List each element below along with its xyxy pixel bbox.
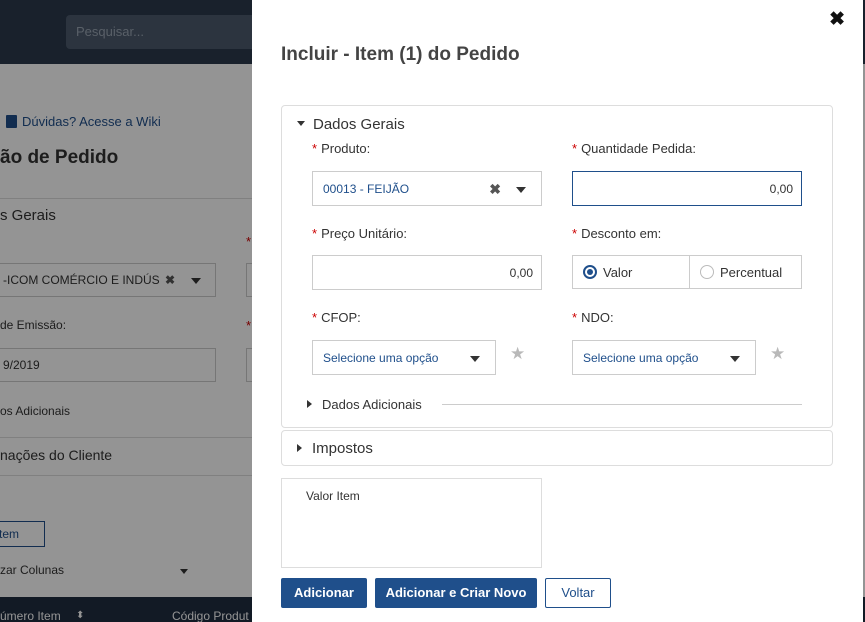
caret-down-icon bbox=[297, 121, 305, 126]
valor-item-box: Valor Item bbox=[281, 478, 542, 568]
ndo-label-text: NDO: bbox=[581, 310, 614, 325]
divider bbox=[442, 404, 802, 405]
desconto-label: * Desconto em: bbox=[572, 226, 661, 241]
caret-right-icon bbox=[307, 400, 312, 408]
required-mark: * bbox=[572, 226, 578, 241]
adicionar-button[interactable]: Adicionar bbox=[281, 578, 367, 608]
chevron-down-icon bbox=[470, 356, 480, 362]
preco-label: * Preço Unitário: bbox=[312, 226, 407, 241]
quantidade-input[interactable]: 0,00 bbox=[572, 171, 802, 206]
modal-title: Incluir - Item (1) do Pedido bbox=[281, 44, 520, 65]
caret-right-icon bbox=[297, 444, 302, 452]
required-mark: * bbox=[312, 226, 318, 241]
cfop-select[interactable]: Selecione uma opção bbox=[312, 340, 496, 375]
adicionar-criar-novo-button[interactable]: Adicionar e Criar Novo bbox=[375, 578, 537, 608]
quantidade-label: * Quantidade Pedida: bbox=[572, 141, 696, 156]
required-mark: * bbox=[572, 141, 578, 156]
radio-valor[interactable]: Valor bbox=[573, 256, 689, 288]
desconto-radio-group: Valor Percentual bbox=[572, 255, 802, 289]
preco-value: 0,00 bbox=[509, 266, 533, 280]
quantidade-value: 0,00 bbox=[769, 182, 793, 196]
valor-item-label: Valor Item bbox=[306, 489, 360, 503]
chevron-down-icon bbox=[730, 356, 740, 362]
radio-percentual-label: Percentual bbox=[720, 264, 783, 280]
dados-gerais-toggle[interactable]: Dados Gerais bbox=[297, 116, 405, 133]
close-icon[interactable]: ✖ bbox=[829, 8, 845, 31]
produto-label-text: Produto: bbox=[321, 141, 371, 156]
produto-label: * Produto: bbox=[312, 141, 370, 156]
dados-gerais-title: Dados Gerais bbox=[313, 116, 405, 133]
impostos-toggle[interactable]: Impostos bbox=[297, 440, 373, 457]
radio-checked-icon bbox=[583, 265, 597, 279]
required-mark: * bbox=[312, 141, 318, 156]
required-mark: * bbox=[572, 310, 578, 325]
star-icon[interactable]: ★ bbox=[510, 344, 525, 364]
impostos-title: Impostos bbox=[312, 440, 373, 457]
dados-gerais-panel: Dados Gerais * Produto: 00013 - FEIJÃO ✖ … bbox=[281, 105, 833, 428]
radio-valor-label: Valor bbox=[603, 264, 633, 280]
produto-select[interactable]: 00013 - FEIJÃO ✖ bbox=[312, 171, 542, 206]
preco-label-text: Preço Unitário: bbox=[321, 226, 408, 241]
clear-icon[interactable]: ✖ bbox=[489, 181, 501, 198]
cfop-placeholder: Selecione uma opção bbox=[323, 351, 439, 365]
impostos-panel[interactable]: Impostos bbox=[281, 430, 833, 466]
star-icon[interactable]: ★ bbox=[770, 344, 785, 364]
ndo-label: * NDO: bbox=[572, 310, 614, 325]
cfop-label-text: CFOP: bbox=[321, 310, 361, 325]
desconto-label-text: Desconto em: bbox=[581, 226, 662, 241]
preco-input[interactable]: 0,00 bbox=[312, 255, 542, 290]
ndo-select[interactable]: Selecione uma opção bbox=[572, 340, 756, 375]
quantidade-label-text: Quantidade Pedida: bbox=[581, 141, 696, 156]
radio-percentual[interactable]: Percentual bbox=[689, 256, 801, 288]
dados-adicionais-toggle[interactable]: Dados Adicionais bbox=[307, 397, 422, 412]
radio-unchecked-icon bbox=[700, 265, 714, 279]
ndo-placeholder: Selecione uma opção bbox=[583, 351, 699, 365]
dados-adicionais-label: Dados Adicionais bbox=[322, 397, 422, 412]
chevron-down-icon bbox=[516, 187, 526, 193]
item-modal: ✖ Incluir - Item (1) do Pedido Dados Ger… bbox=[252, 0, 863, 622]
cfop-label: * CFOP: bbox=[312, 310, 361, 325]
required-mark: * bbox=[312, 310, 318, 325]
produto-value: 00013 - FEIJÃO bbox=[323, 182, 410, 196]
voltar-button[interactable]: Voltar bbox=[545, 578, 611, 608]
